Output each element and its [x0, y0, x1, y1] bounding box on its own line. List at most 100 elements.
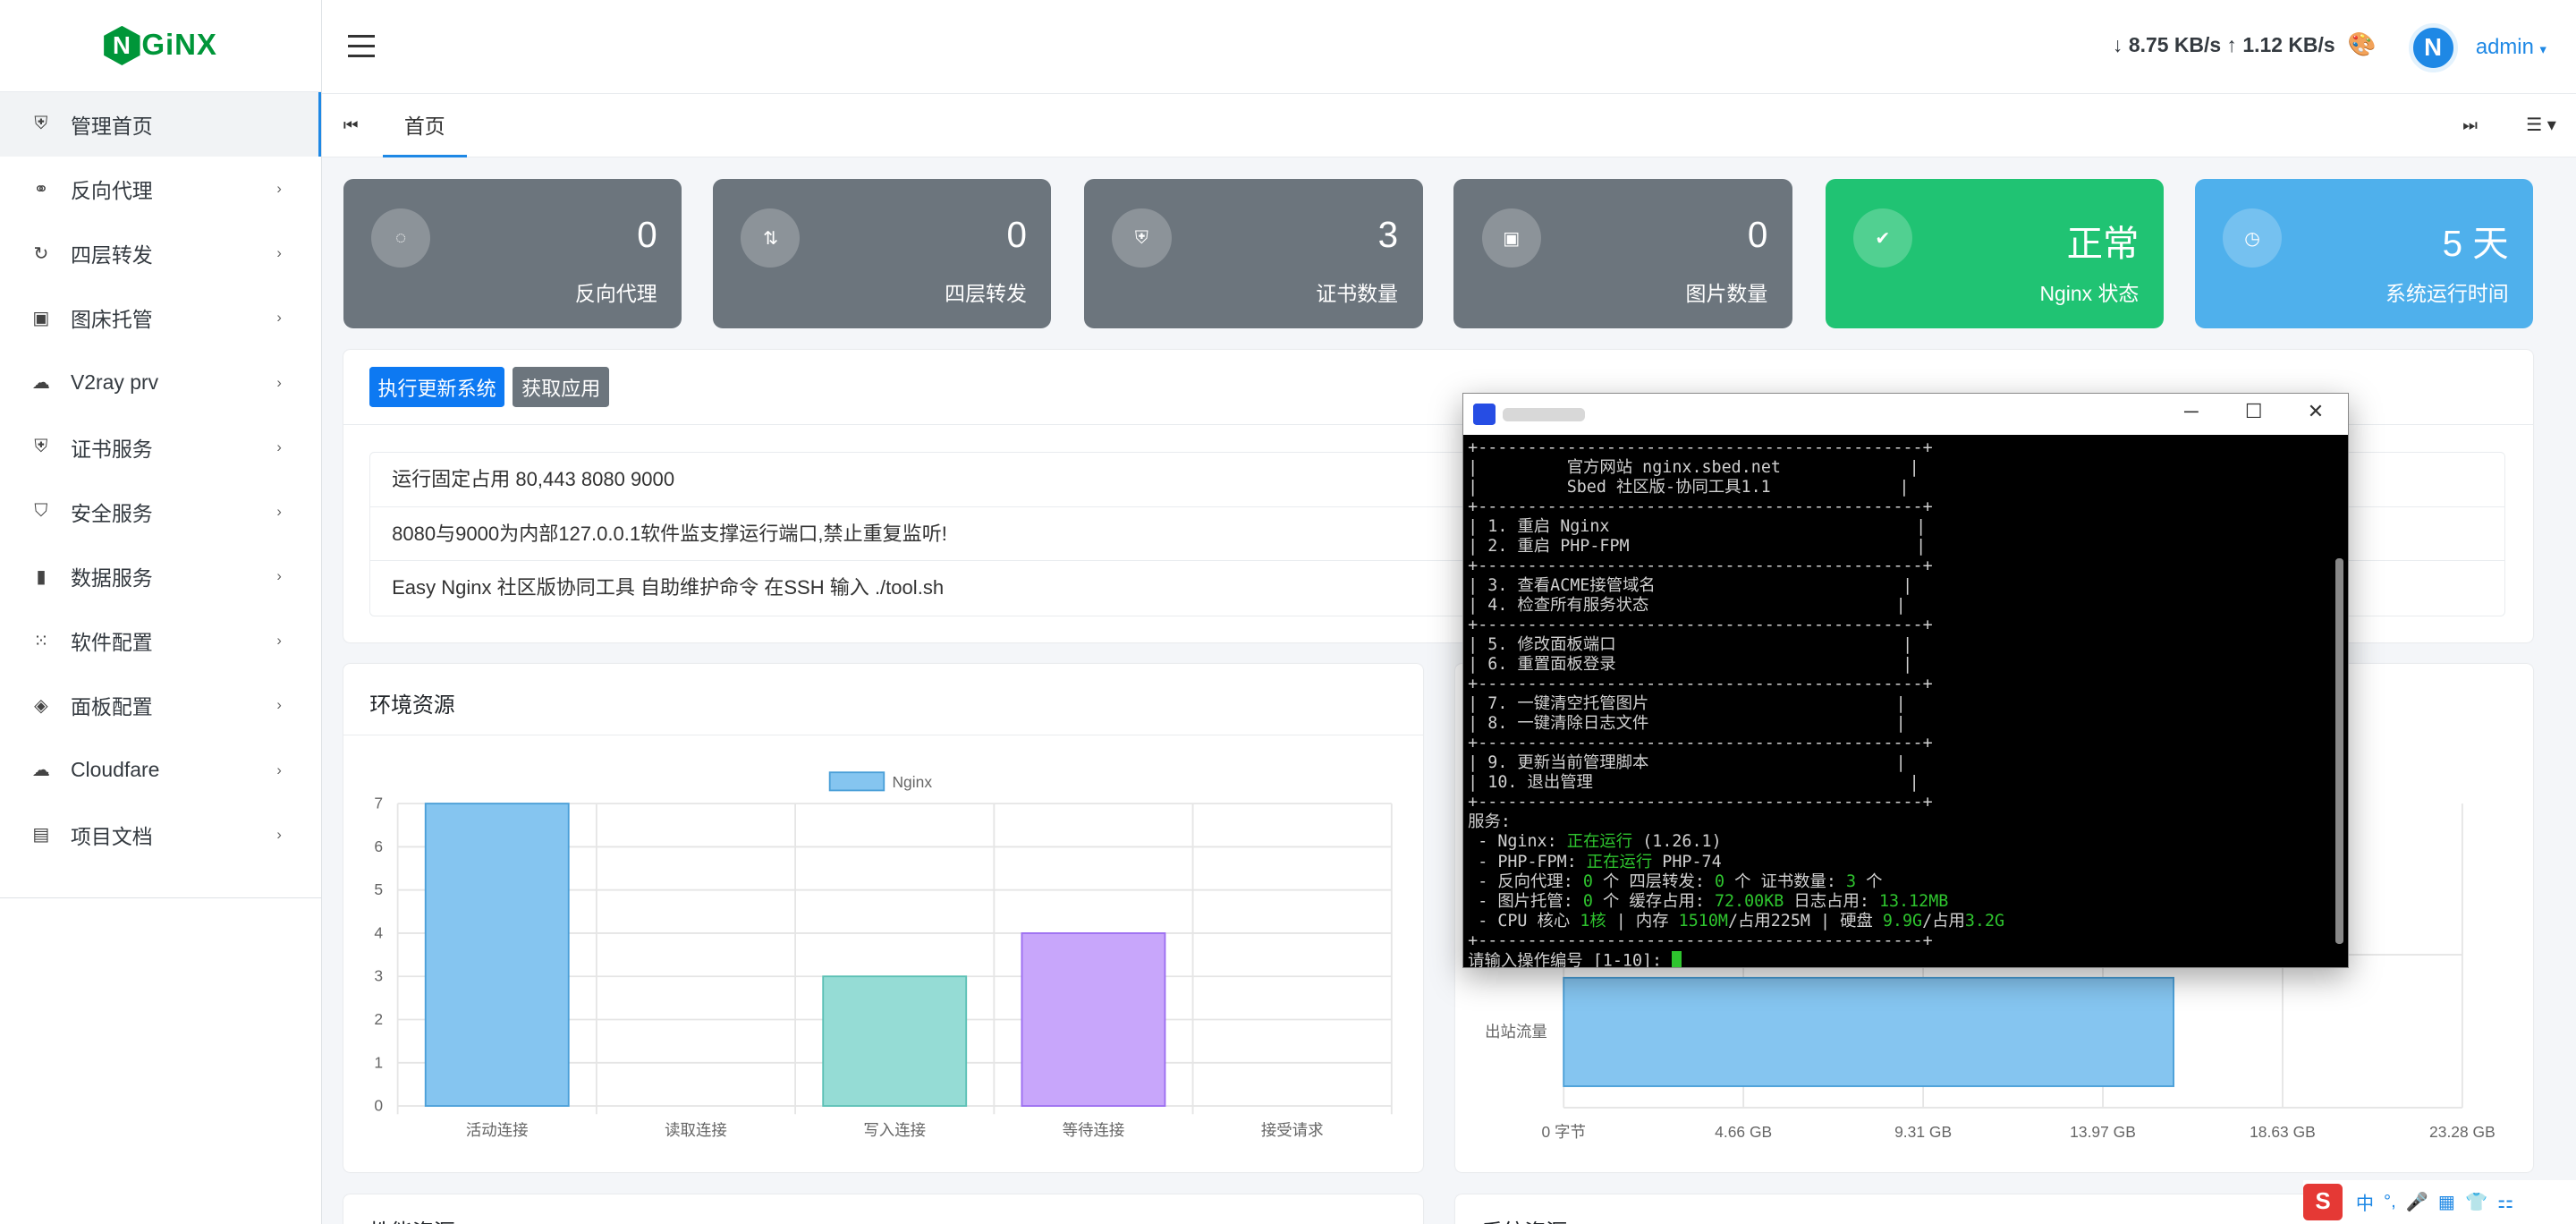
- brand[interactable]: N GiNX: [0, 0, 321, 92]
- microphone-icon[interactable]: 🎤: [2406, 1191, 2428, 1213]
- stat-label: Nginx 状态: [2039, 281, 2140, 305]
- ime-tray: S 中 °, 🎤 ▦ 👕 ⚏: [2303, 1179, 2576, 1224]
- sidebar-item-label: 反向代理: [70, 179, 153, 203]
- y-tick-label: 0: [374, 1097, 383, 1115]
- x-tick-label: 接受请求: [1261, 1121, 1324, 1139]
- bar: [424, 803, 570, 1108]
- images-icon: ▣: [1481, 208, 1541, 268]
- x-tick-label: 13.97 GB: [2070, 1123, 2136, 1141]
- tab-home[interactable]: 首页: [382, 94, 467, 158]
- terminal-line: | 9. 更新当前管理脚本 |: [1468, 753, 1906, 773]
- terminal-text: 1510M: [1678, 911, 1728, 931]
- sidebar-item[interactable]: ◈ 面板配置 ›: [0, 673, 321, 737]
- stat-card[interactable]: ⇅ 0 四层转发: [713, 179, 1052, 329]
- terminal-line: +---------------------------------------…: [1468, 556, 1933, 575]
- palette-icon[interactable]: 🎨: [2348, 31, 2377, 58]
- username: admin: [2475, 34, 2534, 59]
- terminal-output[interactable]: +---------------------------------------…: [1468, 438, 2328, 967]
- terminal-text: 个: [1856, 871, 1883, 891]
- stat-card[interactable]: ⛨ 3 证书数量: [1084, 179, 1423, 329]
- scroll-first-icon[interactable]: ⏮: [343, 115, 359, 135]
- fetch-app-button[interactable]: 获取应用: [513, 366, 610, 408]
- chevron-right-icon: ›: [276, 309, 282, 327]
- terminal-text: 个 四层转发:: [1592, 871, 1715, 891]
- sidebar-item[interactable]: ▤ 项目文档 ›: [0, 803, 321, 867]
- terminal-text: 72.00KB: [1714, 891, 1784, 911]
- image-icon: ▣: [32, 308, 50, 328]
- sidebar-item[interactable]: ⛨ 管理首页: [0, 91, 321, 157]
- sidebar-item[interactable]: ⁙ 软件配置 ›: [0, 608, 321, 673]
- stat-value: 0: [1747, 213, 1768, 255]
- user-menu[interactable]: admin ▾: [2476, 35, 2546, 60]
- y-tick-label: 3: [374, 967, 383, 985]
- sidebar-item-label: 项目文档: [70, 824, 153, 848]
- terminal-text: - 反向代理:: [1468, 871, 1583, 891]
- maximize-icon[interactable]: ☐: [2245, 400, 2263, 423]
- sidebar-item[interactable]: ▣ 图床托管 ›: [0, 285, 321, 350]
- toolbox-icon[interactable]: ⚏: [2497, 1191, 2513, 1213]
- sidebar-item[interactable]: ▮ 数据服务 ›: [0, 544, 321, 608]
- close-icon[interactable]: ✕: [2308, 400, 2324, 423]
- punctuation-icon[interactable]: °,: [2384, 1192, 2396, 1212]
- card-title: 性能资源: [369, 1214, 454, 1224]
- x-tick-label: 活动连接: [466, 1121, 529, 1139]
- terminal-line: 服务:: [1468, 812, 1511, 832]
- sidebar-item[interactable]: ↻ 四层转发 ›: [0, 221, 321, 285]
- performance-card: 性能资源: [343, 1194, 1423, 1224]
- sidebar-item[interactable]: ⛨ 证书服务 ›: [0, 415, 321, 480]
- app-root: N GiNX ⛨ 管理首页 ⚭ 反向代理 › ↻ 四层转发 › ▣ 图床托管 › ☁ V2ray prv…: [0, 0, 2576, 1224]
- sidebar-item[interactable]: ⛉ 安全服务 ›: [0, 480, 321, 544]
- terminal-scrollbar[interactable]: [2334, 557, 2343, 945]
- stat-card[interactable]: ◌ 0 反向代理: [343, 179, 682, 329]
- x-tick-label: 23.28 GB: [2429, 1123, 2496, 1141]
- y-tick-label: 5: [374, 880, 383, 898]
- y-tick-label: 2: [374, 1010, 383, 1028]
- x-tick-label: 0 字节: [1542, 1123, 1586, 1141]
- y-tick-label: 6: [374, 837, 383, 855]
- keyboard-icon[interactable]: ▦: [2438, 1191, 2455, 1213]
- terminal-text: 13.12MB: [1878, 891, 1949, 911]
- y-tick-label: 1: [374, 1053, 383, 1071]
- avatar[interactable]: N: [2408, 22, 2458, 72]
- scroll-last-icon[interactable]: ⏭: [2462, 115, 2478, 135]
- y-tick-label: 4: [374, 923, 383, 941]
- x-tick-label: 9.31 GB: [1894, 1123, 1952, 1141]
- terminal-line: | 7. 一键清空托管图片 |: [1468, 694, 1906, 714]
- network-speed: ↓ 8.75 KB/s ↑ 1.12 KB/s: [2112, 32, 2335, 56]
- terminal-titlebar[interactable]: ─ ☐ ✕: [1462, 393, 2349, 435]
- update-system-button[interactable]: 执行更新系统: [369, 366, 504, 408]
- chevron-right-icon: ›: [276, 825, 282, 843]
- chevron-right-icon: ›: [276, 180, 282, 198]
- minimize-icon[interactable]: ─: [2184, 400, 2199, 423]
- chevron-right-icon: ›: [276, 438, 282, 455]
- sidebar-item[interactable]: ⚭ 反向代理 ›: [0, 157, 321, 221]
- terminal-text: - CPU 核心: [1468, 911, 1580, 931]
- document-icon: ▤: [32, 825, 50, 846]
- stat-card[interactable]: ◷ 5 天系统运行时间: [2194, 179, 2534, 329]
- sidebar-item[interactable]: ☁ V2ray prv ›: [0, 351, 321, 415]
- stat-card[interactable]: ✔ 正常 Nginx 状态: [1825, 179, 2164, 329]
- terminal-text: /占用225M | 硬盘: [1727, 911, 1883, 931]
- certificate-icon: ⛨: [34, 437, 48, 457]
- stat-value: 正常: [2066, 222, 2140, 264]
- connections-chart: Nginx 0 1 2 3 4 5 6 7 活动连接 读取连接 写入连接 等待连接 接受请求: [374, 771, 1393, 1139]
- terminal-line: | 4. 检查所有服务状态 |: [1468, 595, 1906, 615]
- terminal-text: PHP-74: [1652, 852, 1722, 871]
- stat-label: 证书数量: [1316, 281, 1399, 305]
- skin-icon[interactable]: 👕: [2465, 1191, 2487, 1213]
- bar: [822, 975, 967, 1108]
- bar: [1563, 976, 2175, 1087]
- sogou-logo[interactable]: S: [2303, 1184, 2343, 1220]
- terminal-title-redacted: [1502, 408, 1585, 422]
- menu-toggle-icon[interactable]: [348, 34, 375, 58]
- stat-value: 0: [1006, 213, 1027, 255]
- stat-card[interactable]: ▣ 0 图片数量: [1453, 179, 1792, 329]
- chevron-right-icon: ›: [276, 502, 282, 520]
- terminal-window[interactable]: ─ ☐ ✕ +---------------------------------…: [1462, 392, 2350, 968]
- sidebar-item[interactable]: ☁ Cloudfare ›: [0, 738, 321, 803]
- terminal-text: 1核: [1580, 911, 1606, 931]
- terminal-text: - PHP-FPM:: [1468, 852, 1587, 871]
- refresh-icon: ↻: [33, 243, 49, 264]
- ime-language[interactable]: 中: [2356, 1189, 2374, 1215]
- tabs-menu-icon[interactable]: ☰ ▾: [2526, 114, 2556, 136]
